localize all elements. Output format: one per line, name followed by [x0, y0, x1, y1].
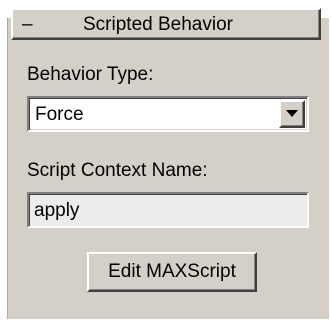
dropdown-arrow-icon[interactable] — [279, 100, 305, 128]
collapse-icon: – — [22, 14, 33, 35]
rollout-title: Scripted Behavior — [83, 14, 233, 35]
script-context-name-input[interactable]: apply — [27, 192, 309, 228]
script-context-name-value: apply — [34, 200, 80, 221]
behavior-type-value: Force — [35, 104, 84, 125]
rollout-header[interactable]: – Scripted Behavior — [11, 8, 321, 40]
edit-maxscript-button[interactable]: Edit MAXScript — [87, 252, 257, 292]
behavior-type-dropdown[interactable]: Force — [27, 96, 309, 132]
behavior-type-label: Behavior Type: — [27, 64, 154, 85]
script-context-name-label: Script Context Name: — [27, 160, 208, 181]
